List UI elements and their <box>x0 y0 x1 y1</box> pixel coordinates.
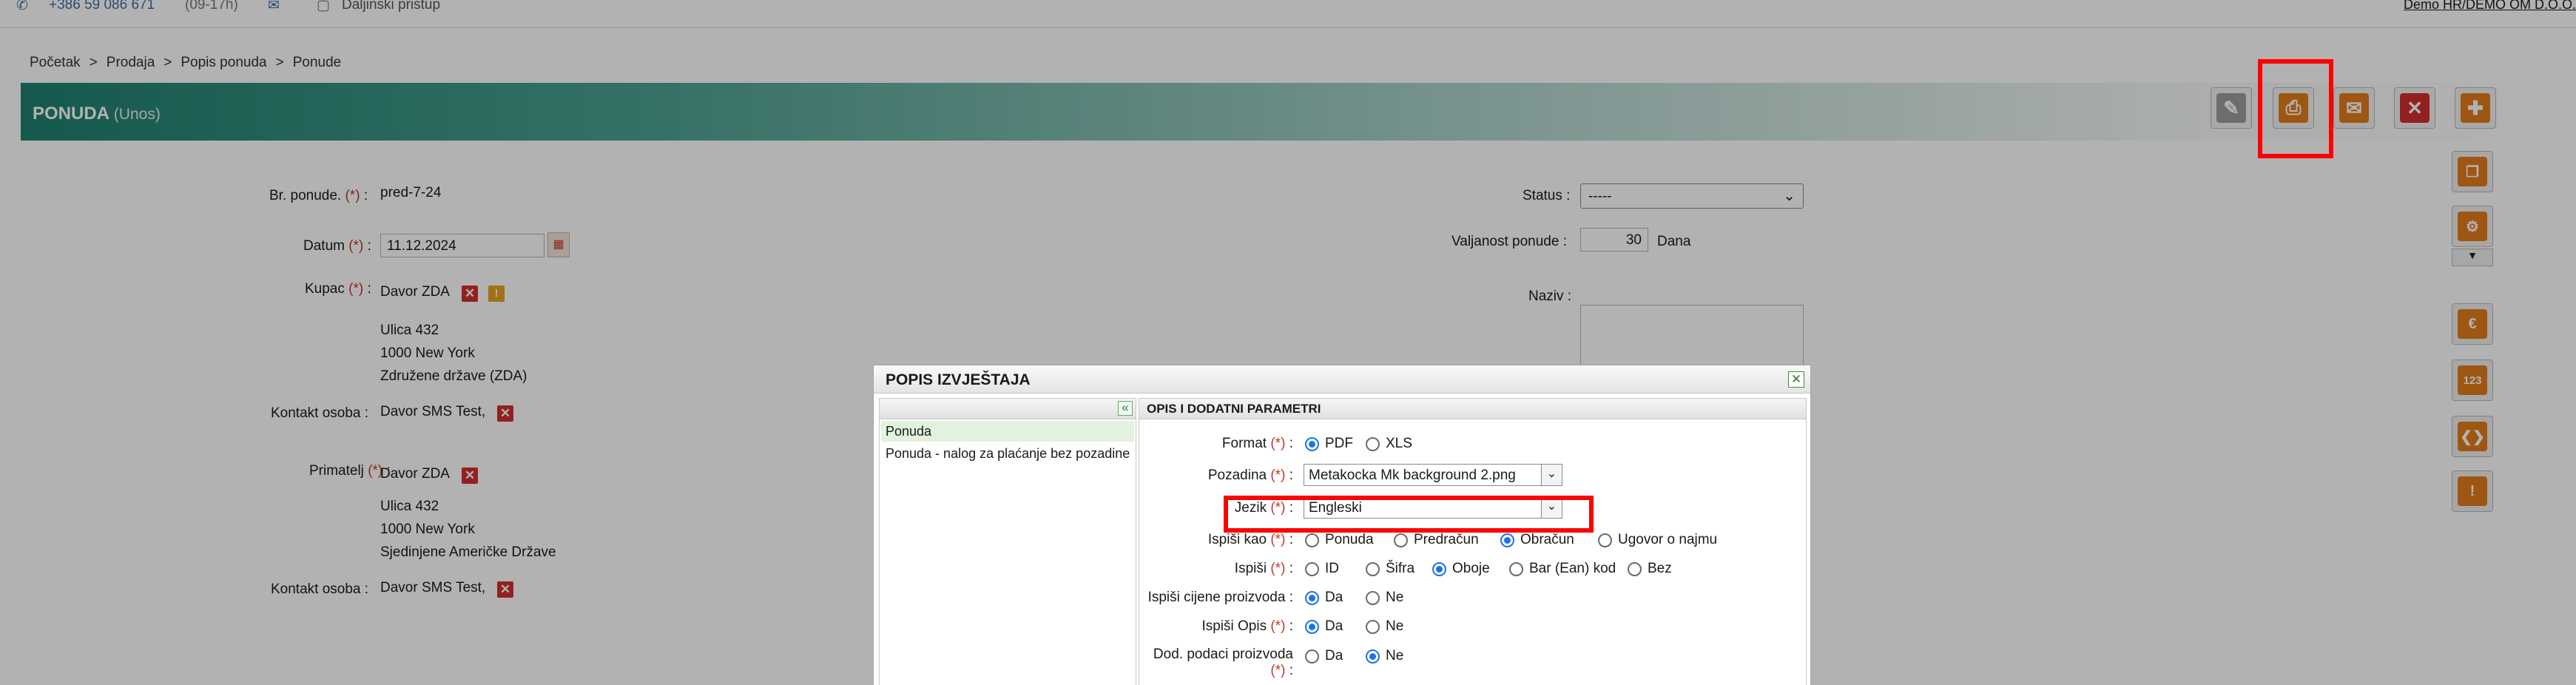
chevron-down-icon: ⌄ <box>1541 465 1562 485</box>
double-chevron-left-icon[interactable]: « <box>1118 401 1133 416</box>
print-prices-label: Ispiši cijene proizvoda : <box>1147 590 1293 605</box>
radio-checked[interactable] <box>1305 436 1319 451</box>
print-prices-no-option[interactable]: Ne <box>1366 590 1403 606</box>
report-list-header: « <box>880 399 1136 419</box>
dialog-title: POPIS IZVJEŠTAJA <box>886 371 1031 388</box>
radio-unchecked[interactable] <box>1366 590 1380 605</box>
radio-checked[interactable] <box>1305 590 1319 605</box>
language-field-highlight <box>1224 496 1594 533</box>
print-description-no-option[interactable]: Ne <box>1366 618 1403 635</box>
print-as-offer-option[interactable]: Ponuda <box>1305 532 1374 548</box>
report-item[interactable]: Ponuda <box>881 421 1134 442</box>
radio-checked[interactable] <box>1366 649 1380 664</box>
background-label: Pozadina (*) : <box>1207 468 1293 483</box>
print-both-option[interactable]: Oboje <box>1432 561 1490 577</box>
radio-checked[interactable] <box>1432 561 1446 576</box>
background-select[interactable]: Metakocka Mk background 2.png ⌄ <box>1304 464 1562 486</box>
print-description-label: Ispiši Opis (*) : <box>1201 618 1293 634</box>
print-button-highlight <box>2258 59 2333 158</box>
format-pdf-option[interactable]: PDF <box>1305 436 1353 452</box>
print-as-lease-option[interactable]: Ugovor o najmu <box>1598 532 1717 548</box>
format-label: Format (*) : <box>1221 436 1293 451</box>
extra-data-yes-option[interactable]: Da <box>1305 648 1343 664</box>
radio-unchecked[interactable] <box>1366 619 1380 634</box>
print-description-yes-option[interactable]: Da <box>1305 618 1343 635</box>
print-none-option[interactable]: Bez <box>1628 561 1672 577</box>
report-list-panel: « Ponuda Ponuda - nalog za plaćanje bez … <box>879 398 1136 685</box>
extra-data-no-option[interactable]: Ne <box>1366 648 1403 664</box>
radio-unchecked[interactable] <box>1509 561 1523 576</box>
print-prices-yes-option[interactable]: Da <box>1305 590 1343 606</box>
parameters-panel: OPIS I DODATNI PARAMETRI Format (*) : PD… <box>1139 398 1807 685</box>
format-xls-option[interactable]: XLS <box>1366 436 1412 452</box>
radio-unchecked[interactable] <box>1305 561 1319 576</box>
print-barcode-option[interactable]: Bar (Ean) kod <box>1509 561 1616 577</box>
print-code-option[interactable]: Šifra <box>1366 561 1415 577</box>
print-as-label: Ispiši kao (*) : <box>1207 532 1293 547</box>
radio-unchecked[interactable] <box>1305 649 1319 664</box>
parameters-header: OPIS I DODATNI PARAMETRI <box>1139 399 1806 419</box>
radio-unchecked[interactable] <box>1598 533 1612 547</box>
dialog-titlebar: POPIS IZVJEŠTAJA ✕ <box>874 365 1810 394</box>
print-id-option[interactable]: ID <box>1305 561 1339 577</box>
radio-checked[interactable] <box>1305 619 1319 634</box>
radio-unchecked[interactable] <box>1628 561 1642 576</box>
close-icon[interactable]: ✕ <box>1788 371 1804 388</box>
extra-product-data-label: Dod. podaci proizvoda (*) : <box>1153 647 1293 678</box>
radio-unchecked[interactable] <box>1305 533 1319 547</box>
report-item[interactable]: Ponuda - nalog za plaćanje bez pozadine <box>881 443 1134 464</box>
print-as-proforma-option[interactable]: Predračun <box>1394 532 1479 548</box>
radio-unchecked[interactable] <box>1366 436 1380 451</box>
parameters-title: OPIS I DODATNI PARAMETRI <box>1147 402 1321 416</box>
radio-unchecked[interactable] <box>1394 533 1408 547</box>
print-as-invoice-option[interactable]: Obračun <box>1500 532 1574 548</box>
radio-checked[interactable] <box>1500 533 1514 547</box>
print-label: Ispiši (*) : <box>1234 561 1293 576</box>
radio-unchecked[interactable] <box>1366 561 1380 576</box>
